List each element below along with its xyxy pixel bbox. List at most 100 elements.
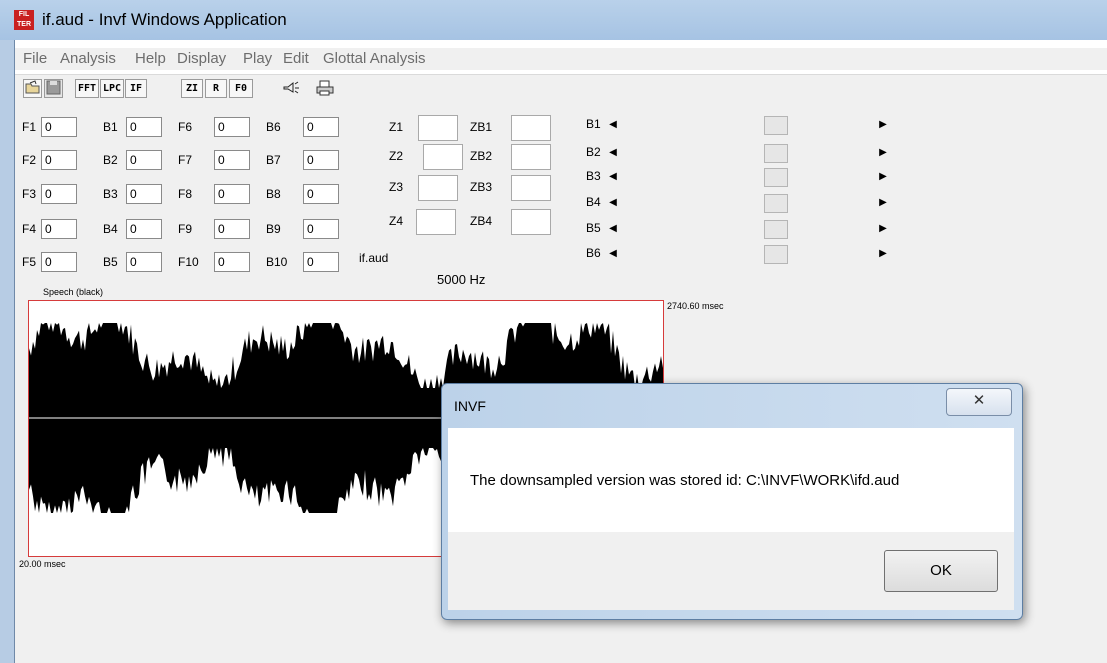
scroll-right-icon[interactable]: ▶ [875,144,891,162]
scroll-left-icon[interactable]: ◀ [605,168,621,186]
dialog-footer: OK [448,532,1014,610]
zb1-input[interactable] [511,115,551,141]
scrollbar-b2[interactable]: ◀ ▶ [605,144,891,163]
z2-label: Z2 [389,149,404,163]
menu-analysis[interactable]: Analysis [60,50,116,67]
speaker-icon[interactable] [280,79,302,98]
scroll-b1-label: B1 [586,117,601,131]
zi-button[interactable]: ZI [181,79,203,98]
f1-input[interactable]: 0 [41,117,77,137]
f6-input[interactable]: 0 [214,117,250,137]
f0-button[interactable]: F0 [229,79,253,98]
b7-label: B7 [266,153,281,167]
scroll-thumb[interactable] [764,168,788,187]
b4-input[interactable]: 0 [126,219,162,239]
scroll-left-icon[interactable]: ◀ [605,144,621,162]
close-button[interactable]: ✕ [946,388,1012,416]
menu-file[interactable]: File [23,50,47,67]
r-button[interactable]: R [205,79,227,98]
menu-edit[interactable]: Edit [283,50,309,67]
scroll-thumb[interactable] [764,220,788,239]
scroll-track[interactable] [621,168,875,187]
scroll-left-icon[interactable]: ◀ [605,194,621,212]
scroll-left-icon[interactable]: ◀ [605,245,621,263]
print-icon[interactable] [315,79,335,98]
menu-display[interactable]: Display [177,50,226,67]
scroll-left-icon[interactable]: ◀ [605,116,621,134]
f2-input[interactable]: 0 [41,150,77,170]
zb4-label: ZB4 [470,214,493,228]
scroll-track[interactable] [621,144,875,163]
scroll-right-icon[interactable]: ▶ [875,116,891,134]
f5-label: F5 [22,255,37,269]
f10-input[interactable]: 0 [214,252,250,272]
scroll-left-icon[interactable]: ◀ [605,220,621,238]
scroll-right-icon[interactable]: ▶ [875,220,891,238]
f9-input[interactable]: 0 [214,219,250,239]
dialog-body: The downsampled version was stored id: C… [448,428,1014,532]
plot-start-time: 20.00 msec [19,559,66,569]
scroll-track[interactable] [621,220,875,239]
lpc-button[interactable]: LPC [100,79,124,98]
f8-label: F8 [178,187,193,201]
if-button[interactable]: IF [125,79,147,98]
scroll-b5-label: B5 [586,221,601,235]
b7-input[interactable]: 0 [303,150,339,170]
f8-input[interactable]: 0 [214,184,250,204]
z1-label: Z1 [389,120,404,134]
scrollbar-b1[interactable]: ◀ ▶ [605,116,891,135]
window-title: if.aud - Invf Windows Application [42,10,287,29]
f3-input[interactable]: 0 [41,184,77,204]
b6-input[interactable]: 0 [303,117,339,137]
z4-input[interactable] [416,209,456,235]
scroll-right-icon[interactable]: ▶ [875,245,891,263]
dialog-title: INVF [454,398,486,414]
save-icon[interactable] [44,79,63,98]
zb3-input[interactable] [511,175,551,201]
scrollbar-b3[interactable]: ◀ ▶ [605,168,891,187]
b5-input[interactable]: 0 [126,252,162,272]
zb2-label: ZB2 [470,149,493,163]
z3-input[interactable] [418,175,458,201]
menu-bar: File Analysis Help Display Play Edit Glo… [15,48,1107,70]
zb2-input[interactable] [511,144,551,170]
f7-input[interactable]: 0 [214,150,250,170]
f5-input[interactable]: 0 [41,252,77,272]
scrollbar-b6[interactable]: ◀ ▶ [605,245,891,264]
fft-button[interactable]: FFT [75,79,99,98]
menu-play[interactable]: Play [243,50,272,67]
app-icon: FIL TER [14,10,34,30]
z2-input[interactable] [423,144,463,170]
scroll-thumb[interactable] [764,144,788,163]
f1-label: F1 [22,120,37,134]
scroll-track[interactable] [621,116,875,135]
z1-input[interactable] [418,115,458,141]
b1-input[interactable]: 0 [126,117,162,137]
scroll-thumb[interactable] [764,194,788,213]
scrollbar-b4[interactable]: ◀ ▶ [605,194,891,213]
b10-input[interactable]: 0 [303,252,339,272]
b9-label: B9 [266,222,281,236]
open-icon[interactable] [23,79,42,98]
scroll-right-icon[interactable]: ▶ [875,168,891,186]
b8-input[interactable]: 0 [303,184,339,204]
title-bar: FIL TER if.aud - Invf Windows Application [0,0,1107,41]
zb4-input[interactable] [511,209,551,235]
scroll-right-icon[interactable]: ▶ [875,194,891,212]
f9-label: F9 [178,222,193,236]
scroll-thumb[interactable] [764,245,788,264]
f3-label: F3 [22,187,37,201]
scroll-track[interactable] [621,194,875,213]
toolbar: FFT LPC IF ZI R F0 [15,74,1107,104]
menu-glottal-analysis[interactable]: Glottal Analysis [323,50,426,67]
b3-input[interactable]: 0 [126,184,162,204]
b9-input[interactable]: 0 [303,219,339,239]
f4-input[interactable]: 0 [41,219,77,239]
scroll-thumb[interactable] [764,116,788,135]
ok-button[interactable]: OK [884,550,998,592]
zb3-label: ZB3 [470,180,493,194]
b2-input[interactable]: 0 [126,150,162,170]
menu-help[interactable]: Help [135,50,166,67]
scroll-track[interactable] [621,245,875,264]
scrollbar-b5[interactable]: ◀ ▶ [605,220,891,239]
